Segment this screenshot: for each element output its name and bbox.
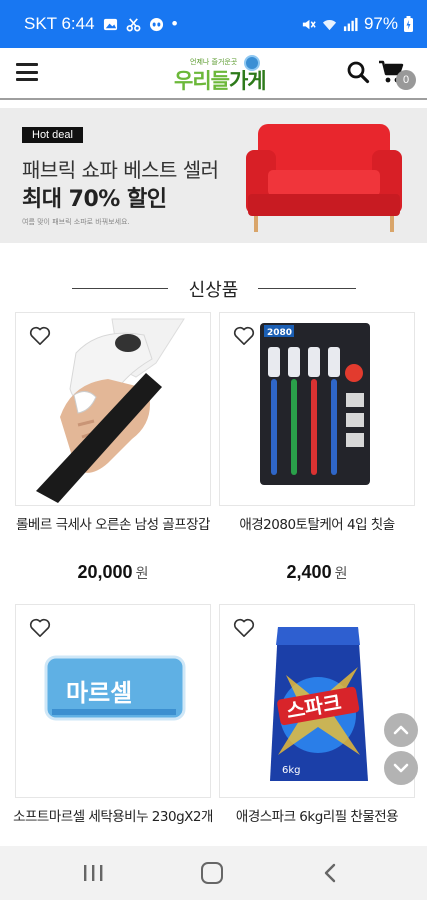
wifi-icon [322, 19, 337, 30]
product-name[interactable]: 애경스파크 6kg리필 찬물전용 [215, 806, 419, 829]
cart-button[interactable]: 0 [378, 58, 418, 92]
home-icon[interactable] [201, 862, 223, 884]
scroll-down-button[interactable] [384, 751, 418, 785]
heart-icon[interactable] [233, 618, 255, 638]
status-bar: SKT 6:44 • 97% [0, 0, 427, 48]
cart-count-badge: 0 [396, 70, 416, 90]
product-card[interactable]: 롤베르 극세사 오른손 남성 골프장갑 20,000 원 [15, 312, 211, 592]
app-header: 언제나 즐거운곳 우리들가게 0 [0, 48, 427, 100]
recent-apps-icon[interactable] [82, 864, 104, 882]
battery-percent: 97% [363, 14, 398, 33]
product-price: 2,400 원 [286, 562, 348, 582]
alien-icon [149, 17, 163, 31]
battery-icon [404, 16, 413, 32]
system-nav-bar [0, 846, 427, 900]
chevron-down-icon [393, 763, 409, 773]
scroll-up-button[interactable] [384, 713, 418, 747]
heart-icon[interactable] [29, 326, 51, 346]
svg-text:6kg: 6kg [282, 765, 301, 776]
search-icon[interactable] [346, 60, 370, 84]
product-card[interactable]: 마르셀 소프트마르셀 세탁용비누 230gX2개 [13, 604, 213, 844]
signal-icon [343, 17, 358, 31]
status-dot: • [171, 14, 178, 33]
back-icon[interactable] [322, 863, 338, 883]
product-name[interactable]: 애경2080토탈케어 4입 칫솔 [215, 514, 419, 537]
product-card[interactable]: 2080 애경2080토탈케어 4입 칫솔 2,400 원 [219, 312, 415, 592]
menu-icon[interactable] [16, 63, 38, 81]
chevron-up-icon [393, 725, 409, 735]
product-price: 20,000 원 [77, 562, 149, 582]
mute-icon [302, 19, 316, 29]
heart-icon[interactable] [233, 326, 255, 346]
divider-right [258, 288, 356, 289]
site-logo[interactable]: 언제나 즐거운곳 우리들가게 [168, 53, 267, 95]
svg-text:2080: 2080 [267, 328, 292, 338]
heart-icon[interactable] [29, 618, 51, 638]
promo-banner[interactable]: Hot deal 패브릭 쇼파 베스트 셀러 최대 70% 할인 여름 맞이 패… [0, 108, 427, 243]
product-name[interactable]: 롤베르 극세사 오른손 남성 골프장갑 [11, 514, 215, 537]
product-name[interactable]: 소프트마르셀 세탁용비누 230gX2개 [11, 806, 215, 829]
banner-title: 패브릭 쇼파 베스트 셀러 [22, 158, 219, 182]
banner-description: 여름 맞이 패브릭 소파로 바꿔보세요. [22, 218, 130, 226]
gallery-icon [103, 18, 117, 30]
globe-icon [244, 55, 260, 71]
svg-text:마르셀: 마르셀 [66, 679, 132, 707]
section-header: 신상품 [0, 276, 427, 301]
red-sofa-image [246, 124, 402, 232]
section-title: 신상품 [188, 280, 239, 301]
scissors-icon [126, 17, 141, 31]
banner-sale-text: 최대 70% 할인 [22, 187, 167, 212]
hot-deal-tag: Hot deal [22, 127, 83, 143]
carrier-time: SKT 6:44 [24, 14, 95, 33]
